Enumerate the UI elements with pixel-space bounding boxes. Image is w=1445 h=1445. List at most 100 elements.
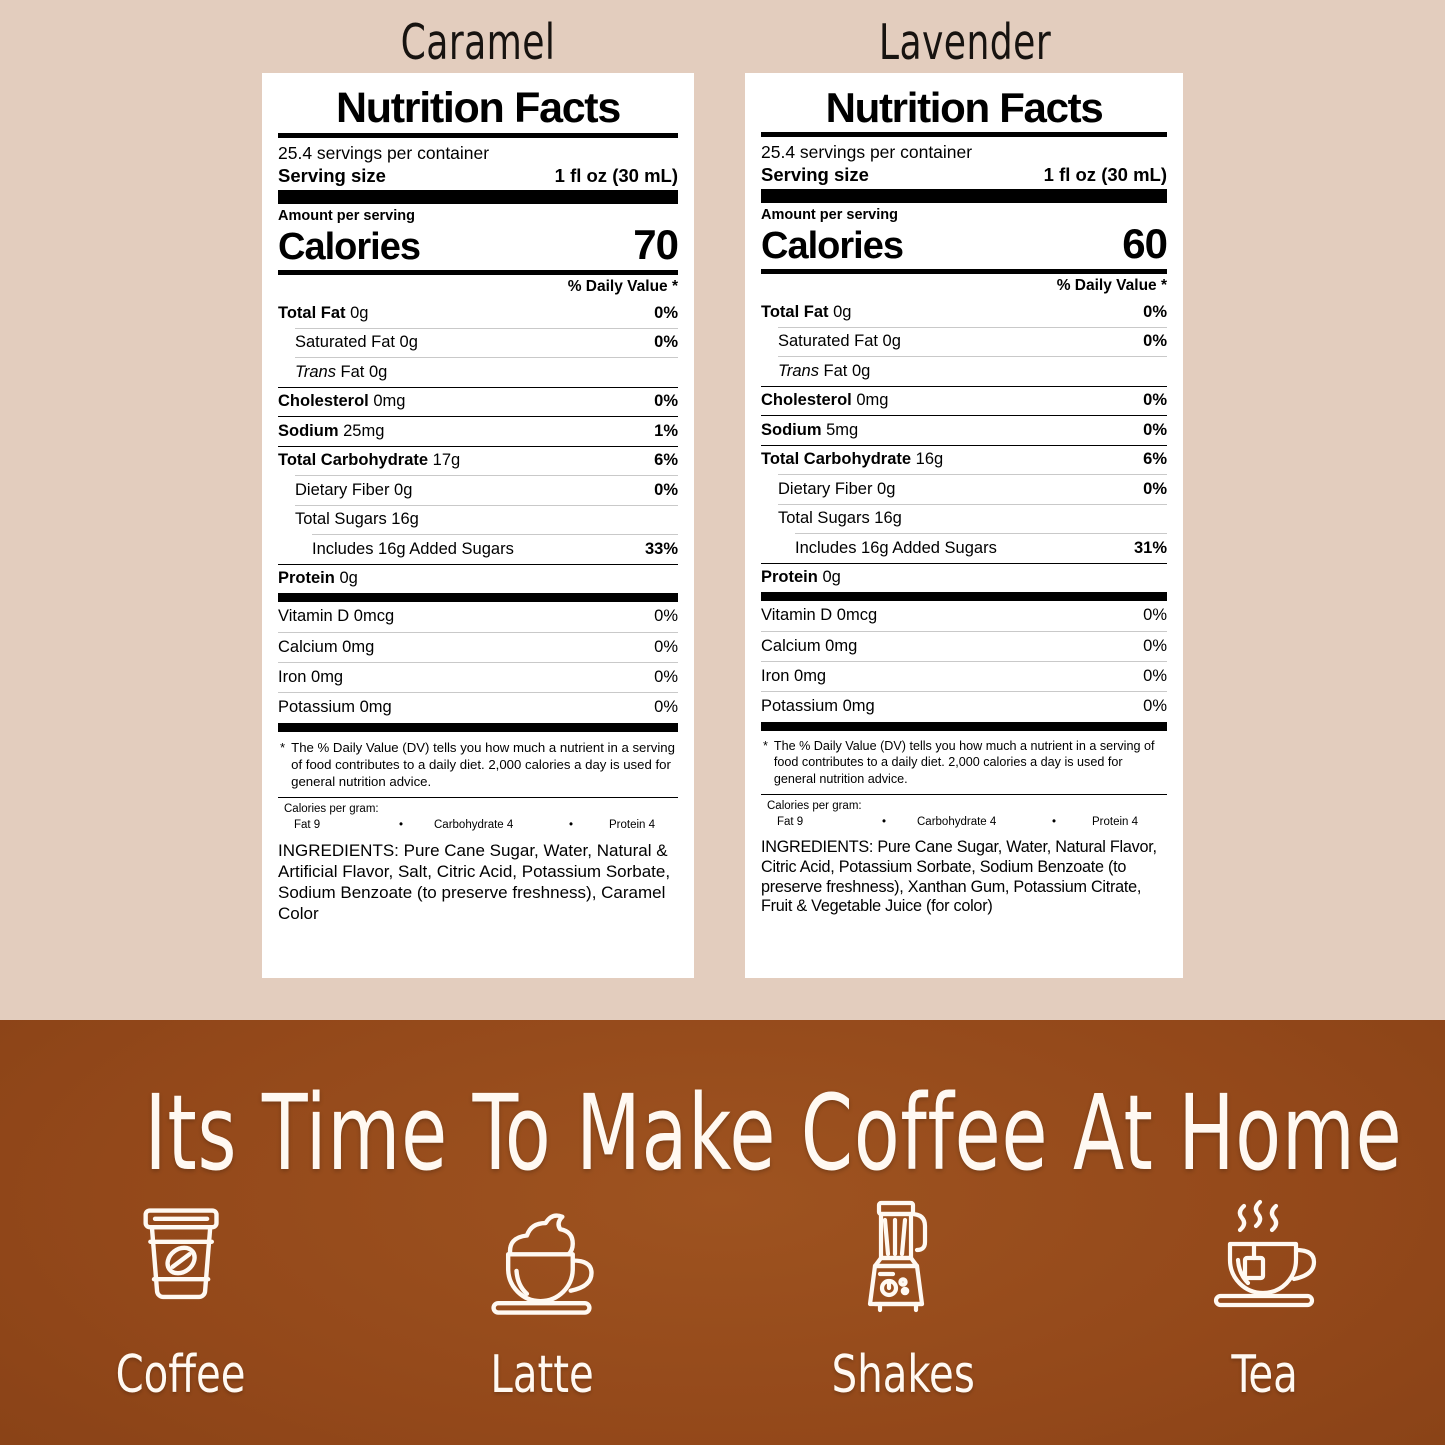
nutrient-daily-value: 31% <box>1133 538 1167 557</box>
daily-value-header: % Daily Value * <box>567 278 678 296</box>
footnote-star: * <box>763 738 768 753</box>
nutrient-name: Trans Fat 0g <box>778 361 871 380</box>
vitamin-daily-value: 0% <box>654 668 678 686</box>
footnote-text: The % Daily Value (DV) tells you how muc… <box>291 739 675 790</box>
vitamin-row: Calcium 0mg 0% <box>761 632 1167 661</box>
nutrient-name: Saturated Fat 0g <box>295 333 418 352</box>
banner-item-shakes[interactable]: Shakes <box>723 1198 1084 1405</box>
vitamin-daily-value: 0% <box>1143 606 1167 625</box>
cpg-dot-2: • <box>1052 815 1057 828</box>
nutrient-row: Total Fat 0g 0% <box>761 298 1167 326</box>
vitamin-row: Potassium 0mg 0% <box>278 693 678 722</box>
servings-per-container: 25.4 servings per container <box>761 141 973 162</box>
calories-per-gram-label: Calories per gram: <box>767 799 862 812</box>
nutrient-daily-value: 0% <box>1143 391 1167 410</box>
cpg-carbohydrate: Carbohydrate 4 <box>434 818 514 831</box>
vitamin-name: Iron 0mg <box>761 666 827 685</box>
thick-divider <box>761 721 1167 731</box>
calories-per-gram-block: Calories per gram: Fat 9 • Carbohydrate … <box>761 795 1167 832</box>
nutrient-daily-value: 33% <box>644 539 678 558</box>
nutrient-name: Total Fat 0g <box>278 303 369 322</box>
serving-size-row: Serving size 1 fl oz (30 mL) <box>761 163 1167 189</box>
nutrient-row: Total Fat 0g 0% <box>278 299 678 327</box>
vitamin-row: Calcium 0mg 0% <box>278 633 678 662</box>
coffee-cup-icon <box>143 1208 219 1300</box>
nutrient-daily-value: 1% <box>654 421 678 440</box>
tea-cup-icon <box>1214 1199 1317 1308</box>
banner-item-coffee[interactable]: Coffee <box>0 1198 361 1405</box>
nutrient-row: Includes 16g Added Sugars 33% <box>278 535 678 563</box>
vitamin-list: Vitamin D 0mcg 0% Calcium 0mg 0% Iron 0mg 0% P… <box>278 602 678 723</box>
calories-row: Calories 70 <box>278 224 679 270</box>
amount-per-serving-label: Amount per serving <box>278 208 415 225</box>
banner-item-label: Tea <box>1231 1345 1298 1405</box>
banner-item-label: Latte <box>490 1345 594 1405</box>
calories-row: Calories 60 <box>761 223 1168 269</box>
nutrient-row: Trans Fat 0g <box>278 358 678 386</box>
daily-value-footnote: * The % Daily Value (DV) tells you how m… <box>278 732 678 797</box>
vitamin-name: Vitamin D 0mcg <box>278 607 395 626</box>
nutrient-name: Includes 16g Added Sugars <box>795 538 997 557</box>
nutrient-name: Sodium 25mg <box>278 421 385 440</box>
cpg-protein: Protein 4 <box>609 818 656 831</box>
nutrient-row: Trans Fat 0g <box>761 357 1167 385</box>
vitamin-name: Calcium 0mg <box>278 637 375 656</box>
nutrient-row: Includes 16g Added Sugars 31% <box>761 534 1167 562</box>
nutrient-daily-value: 6% <box>1143 450 1167 469</box>
thick-divider <box>278 722 678 732</box>
serving-size-label: Serving size <box>278 165 386 187</box>
nutrient-row: Protein 0g <box>278 565 678 593</box>
nutrient-name: Cholesterol 0mg <box>278 392 406 411</box>
nutrient-name: Sodium 5mg <box>761 420 859 439</box>
footnote-text: The % Daily Value (DV) tells you how muc… <box>773 738 1155 786</box>
nutrient-daily-value: 0% <box>654 480 678 499</box>
nutrient-row: Saturated Fat 0g 0% <box>278 329 678 357</box>
thick-divider <box>278 593 678 603</box>
daily-value-footnote: * The % Daily Value (DV) tells you how m… <box>761 731 1167 794</box>
calories-per-gram-row: Fat 9 • Carbohydrate 4 • Protein 4 <box>284 818 674 834</box>
nutrient-daily-value: 0% <box>1143 479 1167 498</box>
blender-icon <box>868 1200 928 1313</box>
banner-item-label: Coffee <box>115 1345 246 1405</box>
banner-item-tea[interactable]: Tea <box>1084 1198 1445 1405</box>
nutrient-row: Dietary Fiber 0g 0% <box>278 476 678 504</box>
cpg-protein: Protein 4 <box>1092 815 1139 828</box>
nutrient-name: Protein 0g <box>278 569 358 588</box>
nutrient-daily-value: 0% <box>654 303 678 322</box>
nutrient-row: Saturated Fat 0g 0% <box>761 328 1167 356</box>
vitamin-name: Vitamin D 0mcg <box>761 606 878 625</box>
latte-cup-icon <box>491 1213 595 1315</box>
calories-per-gram-row: Fat 9 • Carbohydrate 4 • Protein 4 <box>767 815 1163 831</box>
vitamin-daily-value: 0% <box>1143 697 1167 716</box>
nutrient-daily-value: 6% <box>654 451 678 470</box>
vitamin-daily-value: 0% <box>654 637 678 656</box>
banner-heading: Its Time To Make Coffee At Home <box>144 1072 1403 1194</box>
thick-divider <box>761 592 1167 602</box>
banner-icon-row: Coffee Latte Shakes Tea <box>0 1198 1445 1405</box>
serving-size-label: Serving size <box>761 164 869 186</box>
nutrient-name: Dietary Fiber 0g <box>778 479 896 498</box>
nutrient-list: Total Fat 0g 0% Saturated Fat 0g 0% Trans Fa… <box>278 299 678 593</box>
amount-per-serving-label: Amount per serving <box>761 207 898 224</box>
vitamin-name: Potassium 0mg <box>278 698 392 717</box>
serving-size-row: Serving size 1 fl oz (30 mL) <box>278 164 678 190</box>
nutrition-facts-heading: Nutrition Facts <box>825 84 1104 131</box>
nutrient-row: Dietary Fiber 0g 0% <box>761 475 1167 503</box>
vitamin-row: Potassium 0mg 0% <box>761 692 1167 721</box>
thick-divider <box>278 190 678 205</box>
calories-label: Calories <box>278 226 421 269</box>
calories-label: Calories <box>761 225 904 268</box>
nutrient-daily-value: 0% <box>1143 420 1167 439</box>
nutrient-daily-value: 0% <box>1143 332 1167 351</box>
calories-per-gram-block: Calories per gram: Fat 9 • Carbohydrate … <box>278 798 678 835</box>
nutrition-panels-area: Caramel Lavender Nutrition Facts 25.4 se… <box>0 0 1445 1020</box>
banner-item-latte[interactable]: Latte <box>361 1198 722 1405</box>
vitamin-daily-value: 0% <box>1143 636 1167 655</box>
daily-value-header: % Daily Value * <box>1056 277 1167 295</box>
vitamin-row: Vitamin D 0mcg 0% <box>278 602 678 631</box>
serving-size-value: 1 fl oz (30 mL) <box>1043 164 1167 186</box>
nutrition-facts-heading: Nutrition Facts <box>336 84 621 132</box>
nutrient-row: Total Sugars 16g <box>761 505 1167 533</box>
flavor-title-lavender: Lavender <box>878 14 1052 71</box>
flavor-title-caramel: Caramel <box>400 14 556 71</box>
